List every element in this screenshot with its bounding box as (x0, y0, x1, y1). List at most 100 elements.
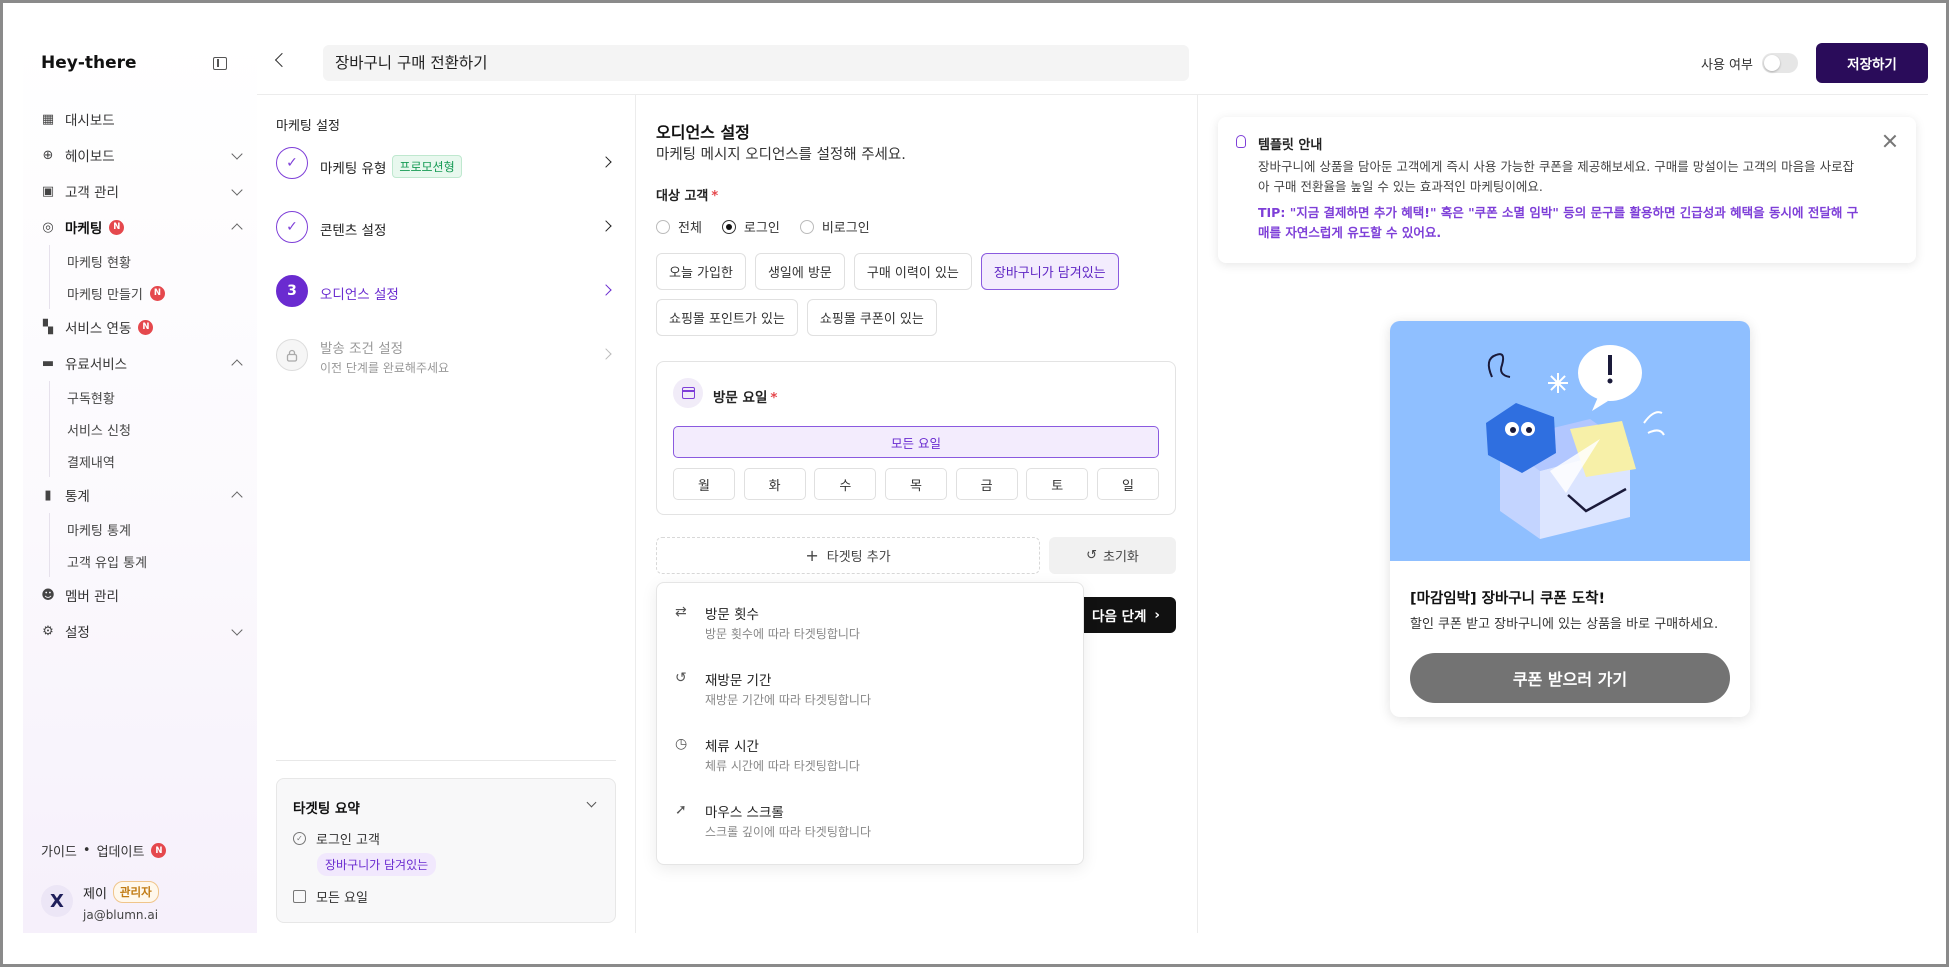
step-marketing-type[interactable]: ✓ 마케팅 유형 프로모션형 (276, 143, 616, 183)
chip-purchase-history[interactable]: 구매 이력이 있는 (853, 253, 972, 290)
button-label: 초기화 (1103, 550, 1139, 565)
summary-tag: 장바구니가 담겨있는 (317, 853, 437, 876)
history-icon: ↺ (675, 670, 687, 686)
check-circle-icon: ✓ (293, 832, 306, 845)
reset-button[interactable]: ↺ 초기화 (1049, 537, 1176, 574)
sidebar-subitem-marketing-stats[interactable]: 마케팅 통계 (67, 513, 241, 545)
sidebar-item-members[interactable]: ☻ 멤버 관리 (41, 577, 241, 613)
dropdown-item-title: 재방문 기간 (705, 673, 772, 689)
sidebar-item-marketing[interactable]: ◎ 마케팅 N (41, 209, 243, 245)
audience-settings-panel: 오디언스 설정 마케팅 메시지 오디언스를 설정해 주세요. 대상 고객 * 전체… (636, 95, 1198, 933)
day-sat[interactable]: 토 (1026, 468, 1089, 500)
sidebar-subitem-subscription[interactable]: 구독현황 (67, 381, 241, 413)
avatar: X (41, 885, 73, 917)
apps-icon: ▚ (43, 319, 53, 335)
radio-circle-selected (721, 219, 736, 234)
radio-label: 로그인 (743, 221, 780, 236)
dropdown-item-title: 방문 횟수 (705, 607, 759, 623)
add-targeting-button[interactable]: + 타겟팅 추가 (656, 537, 1040, 574)
new-badge: N (138, 319, 154, 335)
user-profile[interactable]: X 제이 관리자 ja@blumn.ai (41, 879, 241, 923)
dropdown-item-stay-time[interactable]: ◷ 체류 시간 체류 시간에 따라 타겟팅합니다 (675, 735, 1055, 779)
sidebar-item-customers[interactable]: ▣ 고객 관리 (41, 173, 243, 209)
sidebar-subitem-label: 구독현황 (67, 391, 115, 407)
sidebar-item-paid-services[interactable]: ▬ 유료서비스 (41, 345, 243, 381)
customer-chips: 오늘 가입한 생일에 방문 구매 이력이 있는 장바구니가 담겨있는 쇼핑몰 포… (656, 253, 1136, 336)
day-sun[interactable]: 일 (1096, 468, 1159, 500)
update-link[interactable]: 업데이트 (97, 841, 145, 860)
step-audience-settings[interactable]: 3 오디언스 설정 (276, 271, 616, 311)
separator: • (82, 843, 91, 858)
step-number: 3 (276, 275, 308, 307)
use-toggle-label: 사용 여부 (1701, 58, 1753, 73)
sidebar-item-statistics[interactable]: ▮ 통계 (41, 477, 243, 513)
all-days-button[interactable]: 모든 요일 (673, 426, 1159, 458)
save-button[interactable]: 저장하기 (1816, 43, 1928, 83)
template-guide-box: 템플릿 안내 장바구니에 상품을 담아둔 고객에게 즉시 사용 가능한 쿠폰을 … (1218, 117, 1916, 263)
sidebar-subitem-payments[interactable]: 결제내역 (67, 445, 241, 477)
sidebar-item-heyboard[interactable]: ⊕ 헤이보드 (41, 137, 243, 173)
brand-logo: Hey-there (41, 53, 137, 73)
radio-non-login[interactable]: 비로그인 (799, 217, 870, 236)
close-icon[interactable] (1882, 133, 1898, 149)
radio-label: 전체 (678, 221, 702, 236)
marketing-submenu: 마케팅 현황 마케팅 만들기 N (49, 245, 241, 309)
app-frame: Hey-there ▦ 대시보드 ⊕ 헤이보드 ▣ 고객 관리 ◎ 마케팅 N (3, 3, 1946, 964)
summary-title: 타겟팅 요약 (293, 801, 360, 817)
chip-coupons[interactable]: 쇼핑몰 쿠폰이 있는 (806, 299, 937, 336)
guide-link[interactable]: 가이드 (41, 841, 77, 860)
cursor-icon: ➚ (675, 802, 687, 818)
sidebar-subitem-marketing-status[interactable]: 마케팅 현황 (67, 245, 241, 277)
back-arrow-icon[interactable] (274, 52, 290, 68)
next-step-button[interactable]: 다음 단계 › (1076, 597, 1176, 633)
day-wed[interactable]: 수 (814, 468, 877, 500)
step-label: 콘텐츠 설정 (320, 223, 387, 239)
sidebar-subitem-service-request[interactable]: 서비스 신청 (67, 413, 241, 445)
day-tue[interactable]: 화 (743, 468, 806, 500)
dropdown-item-revisit-period[interactable]: ↺ 재방문 기간 재방문 기간에 따라 타겟팅합니다 (675, 669, 1055, 713)
sidebar-item-dashboard[interactable]: ▦ 대시보드 (41, 101, 241, 137)
sidebar-subitem-inflow-stats[interactable]: 고객 유입 통계 (67, 545, 241, 577)
radio-all[interactable]: 전체 (656, 217, 702, 236)
day-mon[interactable]: 월 (673, 468, 735, 500)
sidebar-item-label: 서비스 연동 (65, 321, 132, 337)
day-fri[interactable]: 금 (955, 468, 1018, 500)
sidebar-subitem-label: 마케팅 만들기 (67, 287, 143, 303)
sidebar-subitem-label: 마케팅 현황 (67, 255, 131, 271)
radio-label: 비로그인 (821, 221, 870, 236)
chip-joined-today[interactable]: 오늘 가입한 (656, 253, 746, 290)
use-toggle[interactable] (1762, 53, 1798, 73)
steps-title: 마케팅 설정 (276, 119, 340, 134)
required-mark: * (711, 189, 719, 204)
message-preview-card: [마감임박] 장바구니 쿠폰 도착! 할인 쿠폰 받고 장바구니에 있는 상품을… (1390, 321, 1750, 717)
chip-cart-items[interactable]: 장바구니가 담겨있는 (980, 253, 1119, 290)
summary-row-days: 모든 요일 (293, 887, 368, 906)
chevron-right-icon (600, 284, 612, 296)
dropdown-item-mouse-scroll[interactable]: ➚ 마우스 스크롤 스크롤 깊이에 따라 타겟팅합니다 (675, 801, 1055, 845)
app-window: Hey-there ▦ 대시보드 ⊕ 헤이보드 ▣ 고객 관리 ◎ 마케팅 N (23, 33, 1928, 933)
chip-points[interactable]: 쇼핑몰 포인트가 있는 (656, 299, 798, 336)
step-label: 마케팅 유형 (320, 160, 387, 177)
day-thu[interactable]: 목 (884, 468, 947, 500)
sidebar-toggle-icon[interactable] (213, 57, 227, 70)
get-coupon-button[interactable]: 쿠폰 받으러 가기 (1410, 653, 1730, 703)
chevron-down-icon[interactable] (586, 797, 597, 808)
sidebar-item-integrations[interactable]: ▚ 서비스 연동 N (41, 309, 241, 345)
summary-row-label: 모든 요일 (316, 891, 368, 906)
chip-birthday-visit[interactable]: 생일에 방문 (754, 253, 845, 290)
targeting-summary: 타겟팅 요약 ✓ 로그인 고객 장바구니가 담겨있는 모든 요일 (276, 778, 616, 923)
sidebar-subitem-label: 마케팅 통계 (67, 523, 131, 539)
sidebar-item-settings[interactable]: ⚙ 설정 (41, 613, 243, 649)
step-content-settings[interactable]: ✓ 콘텐츠 설정 (276, 207, 616, 247)
dropdown-item-desc: 스크롤 깊이에 따라 타겟팅합니다 (705, 825, 872, 839)
plus-circle-icon: ⊕ (42, 147, 54, 163)
campaign-title-input[interactable]: 장바구니 구매 전환하기 (323, 45, 1189, 81)
radio-login[interactable]: 로그인 (721, 217, 780, 236)
dropdown-item-visit-count[interactable]: ⇄ 방문 횟수 방문 횟수에 따라 타겟팅합니다 (675, 603, 1055, 647)
card-description: 할인 쿠폰 받고 장바구니에 있는 상품을 바로 구매하세요. (1410, 617, 1719, 632)
chevron-down-icon (231, 624, 243, 636)
step-sublabel: 이전 단계를 완료해주세요 (320, 361, 450, 375)
sidebar-subitem-marketing-create[interactable]: 마케팅 만들기 N (67, 277, 241, 309)
user-name: 제이 (83, 886, 107, 902)
visit-day-title: 방문 요일 * (713, 386, 777, 406)
